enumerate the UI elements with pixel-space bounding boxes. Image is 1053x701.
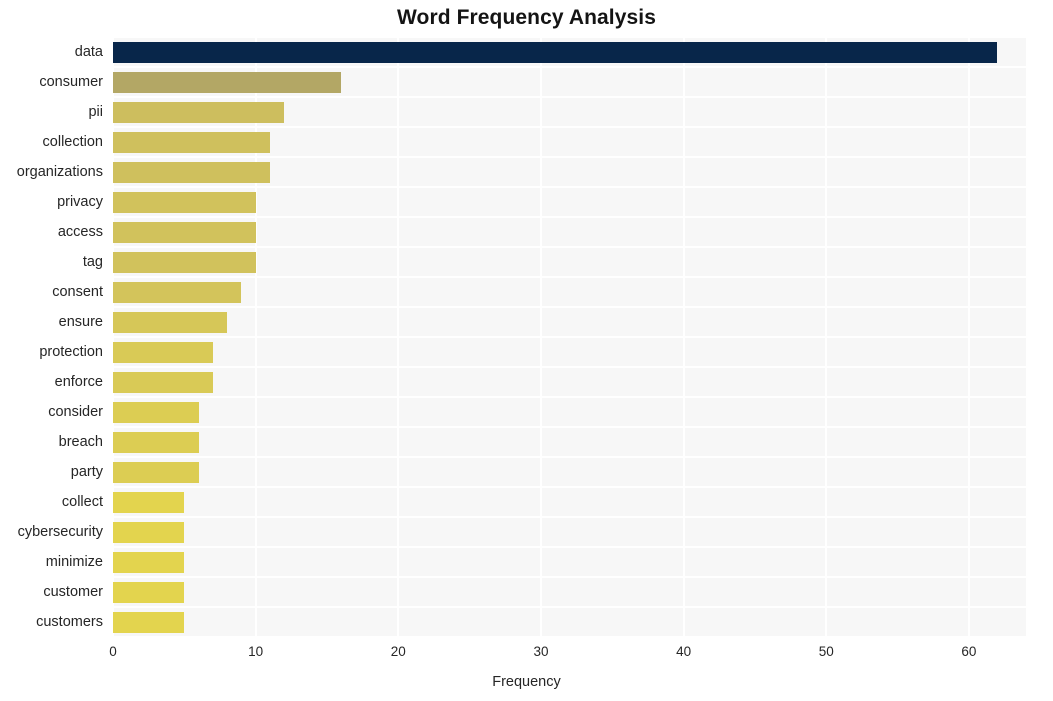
y-tick-label: customer <box>43 584 103 600</box>
x-tick-label: 0 <box>109 644 117 659</box>
y-tick-label: access <box>57 224 103 240</box>
word-frequency-chart: Word Frequency Analysis data consumer pii c… <box>0 0 1053 701</box>
y-tick-label: privacy <box>57 194 103 210</box>
y-tick-label: customers <box>36 614 103 630</box>
x-tick-label: 20 <box>390 644 406 659</box>
y-tick-label: tag <box>82 254 103 270</box>
y-tick-label: cybersecurity <box>17 524 103 540</box>
x-tick-label: 30 <box>533 644 549 659</box>
x-axis-title: Frequency <box>492 674 561 690</box>
y-tick-label: ensure <box>58 314 103 330</box>
y-tick-label: breach <box>58 434 103 450</box>
y-tick-label: consider <box>48 404 103 420</box>
y-tick-label: data <box>74 44 103 60</box>
y-tick-label: collect <box>61 494 103 510</box>
y-tick-label: pii <box>88 104 103 120</box>
y-tick-label: minimize <box>45 554 103 570</box>
chart-title: Word Frequency Analysis <box>396 6 657 29</box>
y-tick-label: collection <box>42 134 103 150</box>
y-tick-label: party <box>70 464 103 480</box>
y-tick-label: organizations <box>16 164 103 180</box>
y-tick-label: enforce <box>54 374 103 390</box>
y-axis-tick-labels: data consumer pii collection organizations pr… <box>17 37 1026 637</box>
x-tick-label: 40 <box>676 644 692 659</box>
x-tick-label: 50 <box>818 644 834 659</box>
x-tick-label: 10 <box>248 644 264 659</box>
y-tick-label: consumer <box>39 74 103 90</box>
y-tick-label: consent <box>52 284 103 300</box>
y-tick-label: protection <box>39 344 103 360</box>
x-tick-label: 60 <box>961 644 977 659</box>
